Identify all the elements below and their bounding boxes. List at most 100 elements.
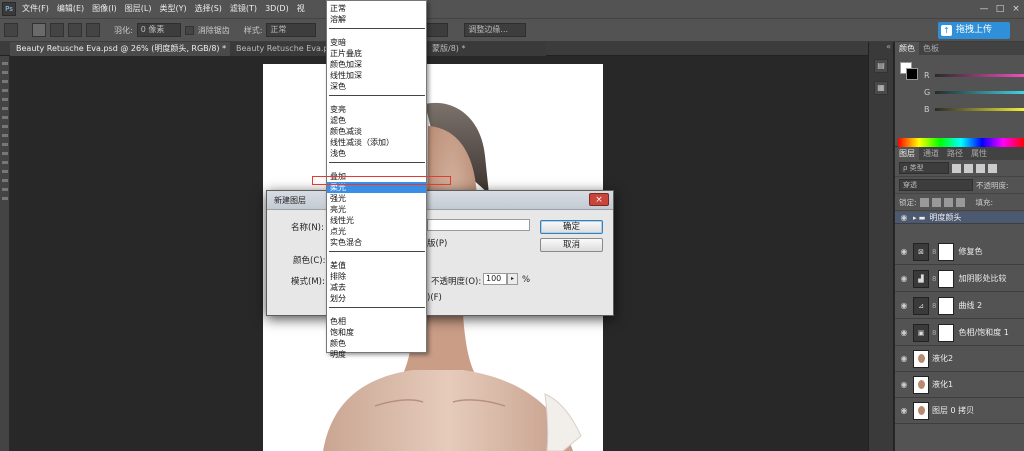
blend-mode-option[interactable]: 划分 [327, 293, 426, 304]
filter-type-icon[interactable] [976, 163, 985, 173]
maximize-button[interactable]: □ [992, 0, 1008, 18]
history-icon[interactable]: ▤ [874, 59, 888, 73]
filter-pixel-icon[interactable] [952, 163, 961, 173]
tool-icon[interactable] [1, 80, 8, 83]
opacity-stepper-icon[interactable]: ▸ [507, 273, 518, 285]
tool-icon[interactable] [1, 179, 8, 182]
menu-item[interactable]: 3D(D) [261, 0, 293, 18]
blend-mode-option[interactable]: 减去 [327, 282, 426, 293]
tool-icon[interactable] [1, 170, 8, 173]
tool-icon[interactable] [1, 161, 8, 164]
lock-image-icon[interactable] [931, 197, 941, 207]
mask-link-icon[interactable]: 8 [932, 302, 936, 310]
tool-icon[interactable] [1, 152, 8, 155]
blend-mode-option[interactable]: 变暗 [327, 37, 426, 48]
menu-item[interactable]: 编辑(E) [53, 0, 88, 18]
blend-mode-option[interactable]: 滤色 [327, 115, 426, 126]
menu-item[interactable]: 图层(L) [121, 0, 156, 18]
mask-link-icon[interactable]: 8 [932, 248, 936, 256]
menu-item[interactable]: 滤镜(T) [226, 0, 261, 18]
layer-mask-thumbnail[interactable] [938, 323, 955, 342]
g-slider[interactable] [935, 91, 1024, 94]
layer-row[interactable]: ◉ ▟ 8 加阴影处比较 [895, 266, 1024, 292]
properties-icon[interactable]: ▦ [874, 81, 888, 95]
layer-filter-select[interactable]: ρ 类型 [899, 162, 949, 174]
tool-icon[interactable] [1, 89, 8, 92]
tool-icon[interactable] [1, 197, 8, 200]
tab-swatches[interactable]: 色板 [919, 42, 943, 55]
blend-mode-option[interactable]: 线性加深 [327, 70, 426, 81]
lock-pixels-icon[interactable] [919, 197, 929, 207]
minimize-button[interactable]: — [976, 0, 992, 18]
tool-icon[interactable] [1, 134, 8, 137]
tab-document-2[interactable]: Beauty Retusche Eva.psd [230, 42, 330, 56]
upload-button[interactable]: ↑ 拖拽上传 [938, 22, 1010, 39]
visibility-eye-icon[interactable]: ◉ [895, 301, 913, 310]
lock-position-icon[interactable] [943, 197, 953, 207]
antialias-checkbox[interactable] [184, 25, 194, 35]
tab-color[interactable]: 颜色 [895, 42, 919, 55]
layer-row[interactable]: ◉ 图层 0 拷贝 [895, 398, 1024, 424]
tab-document-active[interactable]: Beauty Retusche Eva.psd @ 26% (明度颜头, RGB… [10, 42, 230, 56]
layer-row[interactable]: ◉ 液化2 [895, 346, 1024, 372]
blend-mode-option[interactable]: 排除 [327, 271, 426, 282]
blend-mode-option[interactable]: 亮光 [327, 204, 426, 215]
tool-icon[interactable] [1, 188, 8, 191]
mask-link-icon[interactable]: 8 [932, 329, 936, 337]
visibility-eye-icon[interactable]: ◉ [895, 354, 913, 363]
intersect-selection-icon[interactable] [86, 23, 100, 37]
blend-mode-option[interactable]: 实色混合 [327, 237, 426, 248]
collapse-dock-icon[interactable]: « [869, 42, 893, 51]
tool-icon[interactable] [1, 125, 8, 128]
tab-channels[interactable]: 通道 [919, 147, 943, 160]
subtract-selection-icon[interactable] [68, 23, 82, 37]
layer-row[interactable]: ◉ ▣ 8 色相/饱和度 1 [895, 320, 1024, 346]
marquee-tool-icon[interactable] [4, 23, 18, 37]
mask-link-icon[interactable]: 8 [932, 275, 936, 283]
cancel-button[interactable]: 取消 [540, 238, 603, 252]
visibility-eye-icon[interactable]: ◉ [895, 328, 913, 337]
background-color-swatch[interactable] [906, 68, 918, 80]
menu-item[interactable]: 选择(S) [191, 0, 226, 18]
layer-mask-thumbnail[interactable] [938, 242, 955, 261]
menu-item[interactable]: 文件(F) [18, 0, 53, 18]
blend-mode-option[interactable]: 饱和度 [327, 327, 426, 338]
layer-mask-thumbnail[interactable] [938, 269, 955, 288]
tab-document-3[interactable]: 蒙版/8) * [426, 42, 546, 56]
visibility-eye-icon[interactable]: ◉ [895, 406, 913, 415]
ok-button[interactable]: 确定 [540, 220, 603, 234]
layer-name-input[interactable] [427, 219, 530, 231]
opacity-input[interactable]: 100 [483, 273, 507, 285]
tab-paths[interactable]: 路径 [943, 147, 967, 160]
menu-item[interactable]: 视 [293, 0, 309, 18]
close-window-button[interactable]: × [1008, 0, 1024, 18]
r-slider[interactable] [935, 74, 1024, 77]
visibility-eye-icon[interactable]: ◉ [895, 213, 913, 222]
visibility-eye-icon[interactable]: ◉ [895, 247, 913, 256]
blend-mode-option[interactable]: 差值 [327, 260, 426, 271]
blend-mode-option[interactable]: 颜色 [327, 338, 426, 349]
refine-edge-button[interactable]: 调整边缘... [464, 23, 527, 37]
visibility-eye-icon[interactable]: ◉ [895, 274, 913, 283]
b-slider[interactable] [935, 108, 1024, 111]
visibility-eye-icon[interactable]: ◉ [895, 380, 913, 389]
lock-all-icon[interactable] [955, 197, 965, 207]
blend-mode-option[interactable]: 颜色减淡 [327, 126, 426, 137]
tab-properties[interactable]: 属性 [967, 147, 991, 160]
filter-shape-icon[interactable] [988, 163, 997, 173]
feather-input[interactable]: 0 像素 [136, 23, 181, 37]
blend-mode-option[interactable]: 点光 [327, 226, 426, 237]
tool-icon[interactable] [1, 62, 8, 65]
tool-icon[interactable] [1, 71, 8, 74]
blend-mode-option[interactable]: 正常 [327, 3, 426, 14]
blend-mode-option[interactable]: 颜色加深 [327, 59, 426, 70]
menu-item[interactable]: 类型(Y) [155, 0, 190, 18]
blend-mode-option[interactable]: 溶解 [327, 14, 426, 25]
layer-row[interactable]: ◉ ▸ ▬ 明度颜头 [895, 212, 1024, 224]
color-spectrum[interactable] [898, 138, 1024, 147]
style-select[interactable]: 正常 [266, 23, 317, 37]
blend-mode-option[interactable]: 色相 [327, 316, 426, 327]
layer-row[interactable]: ◉ ⊿ 8 曲线 2 [895, 293, 1024, 319]
blend-mode-option[interactable]: 变亮 [327, 104, 426, 115]
tool-icon[interactable] [1, 116, 8, 119]
